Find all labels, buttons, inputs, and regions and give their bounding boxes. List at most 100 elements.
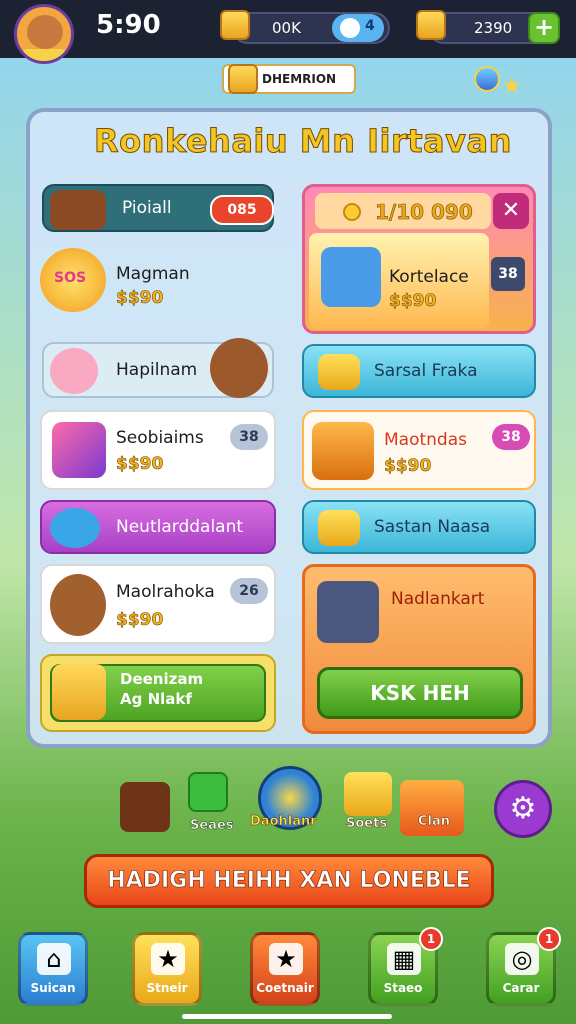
home-icon: ⌂ [37, 943, 71, 975]
shop-item-seobiaims[interactable]: Seobiaims $$90 38 [40, 410, 276, 490]
gem-icon [340, 18, 360, 38]
player-avatar[interactable] [14, 4, 74, 64]
bear-character-icon [50, 574, 106, 636]
item-name: Hapilnam [116, 360, 198, 380]
item-line-2: Ag Nlakf [120, 690, 192, 708]
notification-badge: 1 [419, 927, 443, 951]
gold-bar-icon [318, 510, 360, 546]
bear-character-icon [210, 338, 268, 398]
item-name: Maotndas [384, 430, 467, 450]
gift-box-icon [52, 422, 106, 478]
buy-button[interactable]: KSK HEH [317, 667, 523, 719]
item-name: Neutlarddalant [116, 517, 244, 537]
avatar-face [27, 15, 63, 49]
shop-item-sarsal-fraka[interactable]: Sarsal Fraka [302, 344, 536, 398]
gem-counter[interactable]: 4 [332, 14, 384, 42]
chest-icon [228, 64, 258, 94]
treasure-chest-icon [312, 422, 374, 480]
gold-value: 00K [272, 19, 301, 37]
main-action-button[interactable]: HADIGH HEIHH XAN LONEBLE [84, 854, 494, 908]
coin-value: 2390 [474, 19, 513, 37]
nav-label: Coetnair [256, 981, 314, 995]
panel-title: Ronkehaiu Mn Iirtavan [94, 122, 512, 161]
item-badge: 26 [230, 578, 268, 604]
coin-crate-icon [416, 10, 446, 40]
item-price: $$90 [116, 454, 164, 475]
wallet-icon [50, 190, 106, 230]
shop-icon: ▦ [387, 943, 421, 975]
shop-item-pioiall[interactable]: Pioiall 085 [42, 184, 274, 232]
item-name: Sarsal Fraka [374, 361, 478, 381]
item-price: $$90 [389, 291, 437, 312]
shop-item-neutlarddalant[interactable]: Neutlarddalant [40, 500, 276, 554]
nav-label: Carar [502, 981, 540, 995]
nav-shop[interactable]: ▦ Staeo 1 [368, 927, 443, 1006]
cat-cart-icon [317, 581, 379, 643]
avatar-tag [21, 49, 67, 61]
item-line-1: Deenizam [120, 670, 204, 688]
shop-item-deenizam[interactable]: Deenizam Ag Nlakf [40, 654, 276, 732]
item-price: $$90 [116, 288, 164, 309]
nav-label: Stneir [146, 981, 188, 995]
compass-icon: ◎ [505, 943, 539, 975]
shop-item-magman[interactable]: SOS Magman $$90 [40, 244, 276, 324]
item-name: Sastan Naasa [374, 517, 491, 537]
gold-crate-icon [220, 10, 250, 40]
nav-carar[interactable]: ◎ Carar 1 [486, 927, 561, 1006]
item-price: $$90 [384, 456, 432, 477]
close-button[interactable]: ✕ [493, 193, 529, 229]
rewards-row: Seaes Daohlanr Soets Clan [110, 766, 480, 836]
side-badge: 38 [491, 257, 525, 291]
sos-text: SOS [54, 270, 87, 286]
offer-header-value: 1/10 090 [375, 200, 473, 225]
reward-label: Seaes [190, 818, 234, 834]
star-icon: ★ [269, 943, 303, 975]
item-badge: 38 [230, 424, 268, 450]
reward-label: Daohlanr [250, 814, 317, 830]
shop-item-sastan-naasa[interactable]: Sastan Naasa [302, 500, 536, 554]
item-price: $$90 [116, 610, 164, 631]
gold-pile-icon[interactable] [344, 772, 392, 816]
gift-crate-icon [52, 664, 106, 720]
shop-item-hapilnam[interactable]: Hapilnam [42, 338, 274, 398]
nav-home[interactable]: ⌂ Suican [18, 932, 88, 1006]
item-name: Magman [116, 264, 190, 284]
item-name: Maolrahoka [116, 582, 215, 602]
fish-icon [50, 508, 100, 548]
home-indicator [182, 1014, 392, 1019]
nav-label: Suican [30, 981, 76, 995]
event-banner[interactable]: DHEMRION [222, 64, 356, 94]
item-name: Kortelace [389, 267, 469, 287]
item-name: Nadlankart [391, 589, 485, 609]
item-badge: 085 [210, 195, 274, 225]
nav-star[interactable]: ★ Stneir [132, 932, 202, 1006]
play-icon[interactable] [188, 772, 228, 812]
nav-label: Staeo [383, 981, 423, 995]
shop-item-maolrahoka[interactable]: Maolrahoka $$90 26 [40, 564, 276, 644]
star-icon: ★ [151, 943, 185, 975]
nav-coetnair[interactable]: ★ Coetnair [250, 932, 320, 1006]
item-name: Seobiaims [116, 428, 204, 448]
gem-value: 4 [365, 18, 375, 34]
featured-offer-kortelace[interactable]: 1/10 090 ✕ Kortelace $$90 38 [302, 184, 536, 334]
gold-bar-icon [318, 354, 360, 390]
sos-burst-icon: SOS [40, 248, 106, 312]
gem-badge-icon[interactable] [474, 66, 500, 92]
clock: 5:90 [96, 10, 161, 40]
coin-icon [343, 203, 361, 221]
pig-character-icon [50, 348, 98, 394]
banner-label: DHEMRION [262, 72, 337, 86]
add-currency-button[interactable]: + [528, 12, 560, 44]
shop-item-nadlankart[interactable]: Nadlankart KSK HEH [302, 564, 536, 734]
star-icon: ★ [502, 74, 522, 99]
notification-badge: 1 [537, 927, 561, 951]
reward-label: Clan [418, 814, 451, 830]
reward-label: Soets [346, 816, 388, 832]
shop-item-maotndas[interactable]: Maotndas $$90 38 [302, 410, 536, 490]
chocolate-icon[interactable] [120, 782, 170, 832]
robot-character-icon [321, 247, 381, 307]
item-name: Pioiall [122, 198, 172, 218]
settings-gear-button[interactable]: ⚙ [494, 780, 552, 838]
item-badge: 38 [492, 424, 530, 450]
offer-header: 1/10 090 [315, 193, 491, 229]
